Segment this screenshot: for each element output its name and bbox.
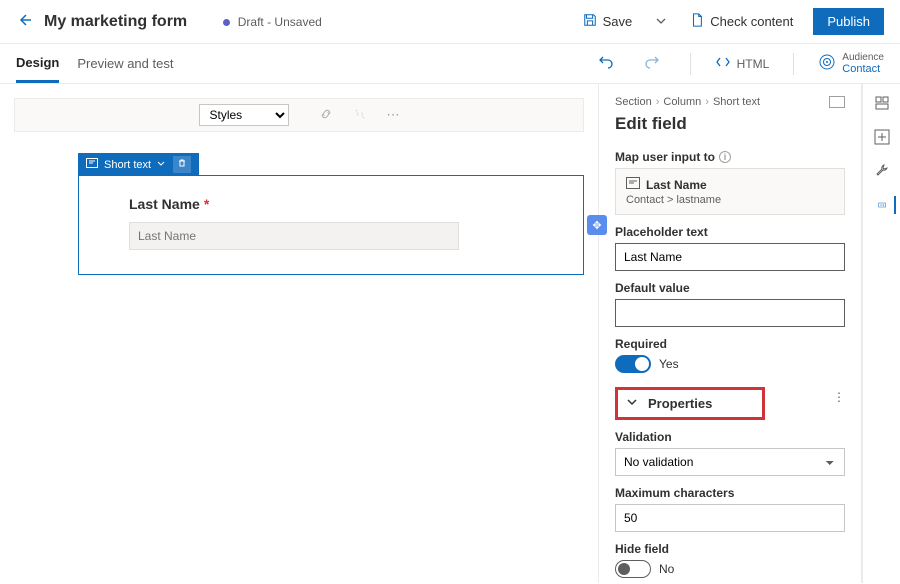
publish-button[interactable]: Publish: [813, 8, 884, 35]
link-icon[interactable]: [319, 107, 333, 124]
required-label: Required: [615, 337, 845, 351]
placeholder-label: Placeholder text: [615, 225, 845, 239]
breadcrumb: Section› Column› Short text: [615, 96, 845, 108]
html-button[interactable]: HTML: [715, 55, 770, 72]
divider: [793, 53, 794, 75]
map-label: Map user input to i: [615, 150, 845, 164]
default-input[interactable]: [615, 299, 845, 327]
tool-rail: [862, 84, 900, 583]
divider: [690, 53, 691, 75]
undo-icon[interactable]: [592, 50, 620, 77]
element-chip[interactable]: Short text: [78, 153, 199, 176]
field-icon: [626, 177, 640, 192]
chevron-down-icon: [626, 396, 638, 411]
settings-icon[interactable]: [873, 162, 891, 180]
check-content-button[interactable]: Check content: [682, 9, 801, 34]
section-menu-icon[interactable]: ⋮: [833, 390, 845, 404]
hide-toggle[interactable]: [615, 560, 651, 578]
layout-icon[interactable]: [829, 96, 845, 108]
canvas-toolbar: Styles ⋯: [14, 98, 584, 132]
audience-button[interactable]: Audience Contact: [818, 52, 884, 75]
chevron-down-icon[interactable]: [157, 159, 165, 171]
unlink-icon[interactable]: [353, 107, 367, 124]
default-label: Default value: [615, 281, 845, 295]
tab-design[interactable]: Design: [16, 45, 59, 83]
field-input[interactable]: [129, 222, 459, 250]
top-bar: My marketing form Draft - Unsaved Save C…: [0, 0, 900, 44]
field-label: Last Name*: [129, 196, 533, 212]
drag-handle-icon[interactable]: ✥: [587, 215, 607, 235]
validation-select[interactable]: No validation: [615, 448, 845, 476]
properties-section-header[interactable]: Properties: [615, 387, 765, 420]
code-icon: [715, 55, 731, 72]
maxchars-label: Maximum characters: [615, 486, 845, 500]
status-badge: Draft - Unsaved: [223, 14, 322, 29]
selected-field[interactable]: ✥ Last Name*: [78, 175, 584, 275]
placeholder-input[interactable]: [615, 243, 845, 271]
back-icon[interactable]: [16, 12, 32, 31]
canvas-area: Styles ⋯ Short text ✥: [0, 84, 598, 583]
document-icon: [690, 13, 704, 30]
edit-field-icon[interactable]: [878, 196, 896, 214]
maxchars-input[interactable]: [615, 504, 845, 532]
delete-icon[interactable]: [173, 156, 191, 173]
sub-bar: Design Preview and test HTML Audience Co…: [0, 44, 900, 84]
save-dropdown-icon[interactable]: [652, 14, 670, 29]
styles-select[interactable]: Styles: [199, 104, 289, 126]
info-icon[interactable]: i: [719, 151, 731, 163]
status-dot-icon: [223, 19, 230, 26]
more-icon[interactable]: ⋯: [387, 107, 400, 123]
redo-icon[interactable]: [638, 50, 666, 77]
save-icon: [583, 13, 597, 30]
tab-preview[interactable]: Preview and test: [77, 46, 173, 81]
properties-panel: Section› Column› Short text Edit field M…: [598, 84, 862, 583]
add-icon[interactable]: [873, 128, 891, 146]
panel-title: Edit field: [615, 114, 845, 134]
elements-icon[interactable]: [873, 94, 891, 112]
required-toggle[interactable]: [615, 355, 651, 373]
validation-label: Validation: [615, 430, 845, 444]
save-button[interactable]: Save: [575, 9, 641, 34]
text-field-icon: [86, 158, 98, 171]
target-icon: [818, 53, 836, 74]
page-title: My marketing form: [44, 13, 187, 31]
map-field-box[interactable]: Last Name Contact > lastname: [615, 168, 845, 215]
hide-label: Hide field: [615, 542, 845, 556]
